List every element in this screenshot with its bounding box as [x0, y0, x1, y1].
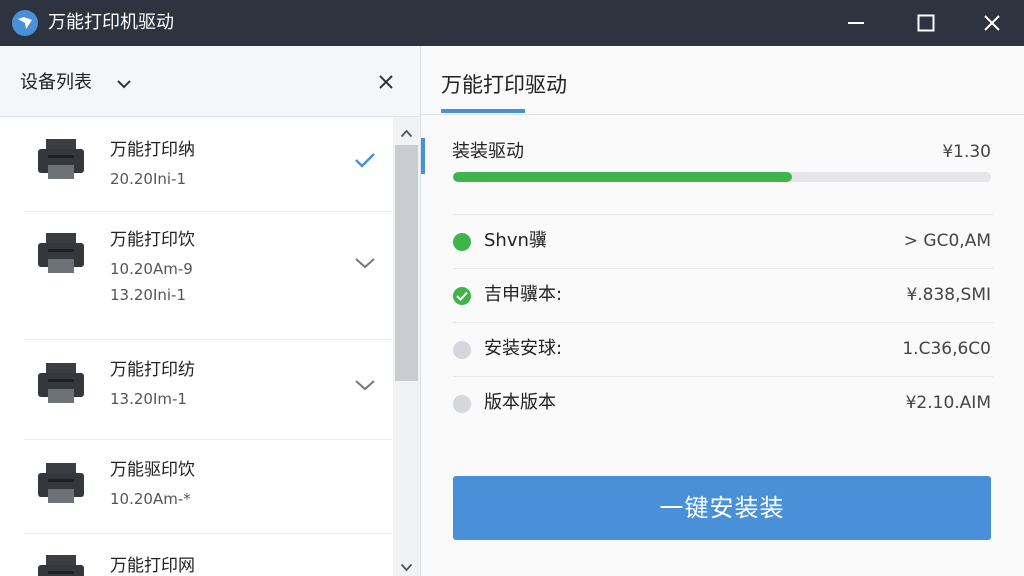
device-name: 万能打印饮 [110, 230, 195, 250]
install-button-label: 一键安装装 [659, 494, 785, 522]
device-list-header: 设备列表 [0, 46, 420, 117]
device-list-panel: 设备列表 万能打印纳 20.20Ini-1 万能打印饮 10.20Am-9 13… [0, 46, 421, 576]
chevron-down-icon[interactable] [116, 75, 132, 94]
scrollbar-thumb[interactable] [395, 145, 418, 381]
status-row: 吉申骥本: ¥.838,SMI [453, 268, 993, 323]
pending-dot-icon [453, 395, 471, 413]
device-address: 10.20Am-* [110, 490, 191, 508]
printer-icon [38, 363, 84, 403]
printer-icon [38, 139, 84, 179]
status-value: > GC0,AM [903, 231, 991, 251]
check-circle-icon [453, 287, 471, 305]
device-name: 万能打印网 [110, 556, 195, 576]
device-name: 万能打印纳 [110, 140, 195, 160]
pending-dot-icon [453, 341, 471, 359]
window-title: 万能打印机驱动 [48, 12, 174, 33]
device-address: 13.20Ini-1 [110, 286, 186, 304]
status-value: ¥2.10.AIM [905, 393, 991, 413]
status-label: 版本版本 [484, 392, 556, 413]
device-address: 13.20Im-1 [110, 390, 187, 408]
status-row: Shvn骥 > GC0,AM [453, 214, 993, 269]
check-icon [354, 151, 376, 173]
device-item[interactable]: 万能打印网 [24, 533, 392, 576]
status-row: 安装安球: 1.C36,6C0 [453, 322, 993, 377]
device-item[interactable]: 万能驱印饮 10.20Am-* [24, 439, 392, 534]
chevron-down-icon[interactable] [400, 557, 413, 576]
tab-driver[interactable]: 万能打印驱动 [441, 71, 567, 99]
one-click-install-button[interactable]: 一键安装装 [453, 476, 991, 540]
active-row-marker [421, 138, 425, 174]
device-address: 20.20Ini-1 [110, 170, 186, 188]
status-label: 吉申骥本: [484, 284, 563, 305]
device-list-scrollbar[interactable] [393, 117, 420, 576]
chevron-up-icon[interactable] [400, 123, 413, 142]
device-item[interactable]: 万能打印纳 20.20Ini-1 [24, 117, 392, 212]
device-name: 万能打印纺 [110, 360, 195, 380]
tab-underline [441, 109, 525, 113]
maximize-button[interactable] [890, 0, 962, 46]
chevron-down-icon[interactable] [354, 377, 376, 396]
printer-icon [38, 233, 84, 273]
install-progress-bar [453, 172, 991, 182]
device-name: 万能驱印饮 [110, 460, 195, 480]
close-icon[interactable] [378, 74, 394, 94]
title-bar: 万能打印机驱动 [0, 0, 1024, 46]
device-item[interactable]: 万能打印饮 10.20Am-9 13.20Ini-1 [24, 211, 392, 340]
status-dot-icon [453, 233, 471, 251]
printer-icon [38, 463, 84, 503]
device-address: 10.20Am-9 [110, 260, 193, 278]
minimize-button[interactable] [820, 0, 892, 46]
printer-icon [38, 555, 84, 576]
close-window-button[interactable] [956, 0, 1024, 46]
progress-value: ¥1.30 [942, 142, 991, 162]
driver-panel-header: 万能打印驱动 [421, 46, 1024, 115]
app-logo-icon [12, 10, 38, 36]
device-list-title: 设备列表 [20, 72, 92, 93]
status-label: 安装安球: [484, 338, 563, 359]
progress-label: 装装驱动 [452, 141, 524, 162]
status-value: 1.C36,6C0 [902, 339, 991, 359]
status-row: 版本版本 ¥2.10.AIM [453, 376, 993, 431]
driver-panel: 万能打印驱动 装装驱动 ¥1.30 Shvn骥 > GC0,AM 吉申骥本: ¥… [421, 46, 1024, 576]
status-value: ¥.838,SMI [906, 285, 991, 305]
device-list: 万能打印纳 20.20Ini-1 万能打印饮 10.20Am-9 13.20In… [0, 117, 393, 576]
device-item[interactable]: 万能打印纺 13.20Im-1 [24, 339, 392, 440]
progress-fill [453, 172, 792, 182]
chevron-down-icon[interactable] [354, 255, 376, 274]
status-label: Shvn骥 [484, 230, 547, 251]
